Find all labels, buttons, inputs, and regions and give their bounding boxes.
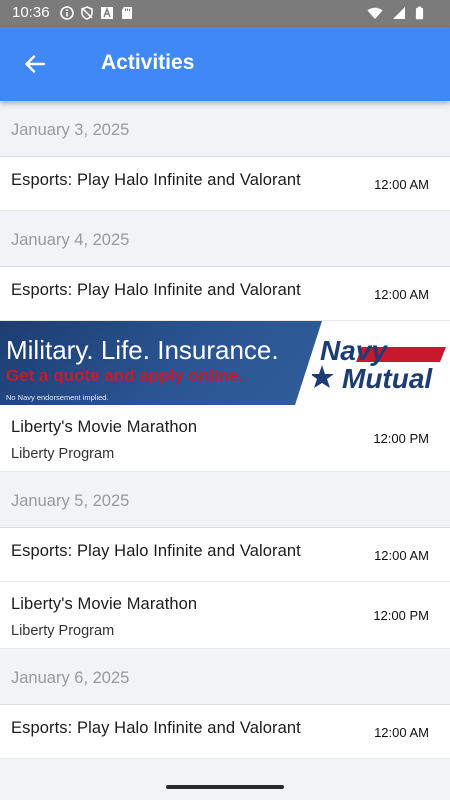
logo-line2: Mutual [342,363,433,394]
home-indicator[interactable] [166,785,284,789]
ad-banner[interactable]: Military. Life. Insurance. Get a quote a… [0,321,450,405]
app-bar: Activities [0,27,450,101]
activity-title: Esports: Play Halo Infinite and Valorant [11,171,301,189]
signal-icon [393,7,405,19]
activity-subtitle: Liberty Program [11,623,115,639]
sd-card-icon [122,7,132,19]
arrow-left-icon [25,55,46,73]
activity-time: 12:00 AM [374,177,429,192]
activity-time: 12:00 PM [373,431,429,446]
status-time: 10:36 [12,4,50,21]
date-header: January 4, 2025 [0,211,450,267]
battery-icon [415,6,424,20]
navy-mutual-logo: Navy Mutual [312,337,448,397]
date-header: January 5, 2025 [0,472,450,528]
activity-item[interactable]: Esports: Play Halo Infinite and Valorant… [0,528,450,582]
activity-item[interactable]: Liberty's Movie Marathon Liberty Program… [0,582,450,649]
activity-subtitle: Liberty Program [11,446,115,462]
text-a-icon [101,7,113,19]
info-icon [60,6,74,20]
wifi-icon [367,7,383,19]
activity-item[interactable]: Esports: Play Halo Infinite and Valorant… [0,157,450,211]
shield-off-icon [81,6,93,20]
date-header: January 3, 2025 [0,101,450,157]
activity-time: 12:00 PM [373,608,429,623]
activity-title: Liberty's Movie Marathon [11,418,198,436]
ad-headline: Military. Life. Insurance. [6,335,279,365]
activity-item[interactable]: Liberty's Movie Marathon Liberty Program… [0,405,450,472]
activity-title: Esports: Play Halo Infinite and Valorant [11,281,301,299]
activities-list: January 3, 2025 Esports: Play Halo Infin… [0,101,450,759]
activity-item[interactable]: Esports: Play Halo Infinite and Valorant… [0,705,450,759]
activity-item[interactable]: Esports: Play Halo Infinite and Valorant… [0,267,450,321]
back-button[interactable] [20,49,50,79]
status-bar: 10:36 [0,0,450,27]
activity-title: Esports: Play Halo Infinite and Valorant [11,719,301,737]
activity-time: 12:00 AM [374,725,429,740]
ad-note: No Navy endorsement implied. [6,393,109,402]
activity-title: Liberty's Movie Marathon [11,595,198,613]
activity-time: 12:00 AM [374,287,429,302]
date-header: January 6, 2025 [0,649,450,705]
ad-subline: Get a quote and apply online. [6,366,244,385]
page-title: Activities [101,51,195,74]
logo-line1: Navy [320,335,387,366]
activity-title: Esports: Play Halo Infinite and Valorant [11,542,301,560]
activity-time: 12:00 AM [374,548,429,563]
